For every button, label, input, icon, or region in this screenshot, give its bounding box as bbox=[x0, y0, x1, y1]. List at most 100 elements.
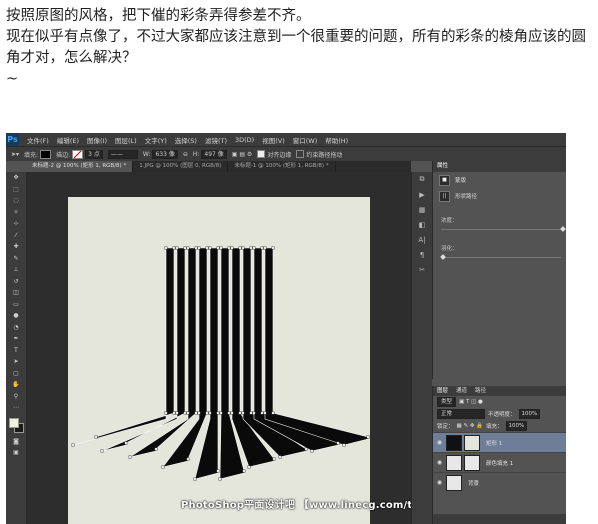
foreground-color-swatch[interactable] bbox=[9, 417, 19, 428]
density-slider[interactable] bbox=[441, 226, 566, 232]
crop-tool-icon[interactable]: ⊹ bbox=[6, 218, 26, 230]
move-tool-icon[interactable]: ✥ bbox=[6, 172, 26, 184]
link-icon[interactable]: ⊖ bbox=[183, 151, 188, 158]
menu-3d[interactable]: 3D(D) bbox=[231, 136, 258, 144]
paragraph-panel-icon[interactable]: ¶ bbox=[412, 247, 432, 262]
layer-name: 颜色填充 1 bbox=[486, 460, 514, 467]
anchor-point bbox=[194, 246, 198, 250]
dodge-tool-icon[interactable]: ◔ bbox=[6, 322, 26, 334]
swatches-panel-icon[interactable]: ▦ bbox=[412, 202, 432, 217]
blend-row: 正常 不透明度： 100% bbox=[433, 408, 566, 420]
lasso-tool-icon[interactable]: ◌ bbox=[6, 195, 26, 207]
tab-untitled-1[interactable]: 未标题-1 @ 100% (矩形 1, RGB/8) * bbox=[228, 161, 336, 172]
align-edges-checkbox[interactable] bbox=[257, 150, 266, 158]
width-option[interactable]: W: 633 像 bbox=[142, 149, 178, 159]
blend-mode-select[interactable]: 正常 bbox=[437, 409, 485, 419]
tab-channels[interactable]: 通道 bbox=[456, 386, 467, 396]
stroke-size-field[interactable]: 3 点 bbox=[85, 149, 103, 159]
visibility-eye-icon[interactable]: ◉ bbox=[433, 439, 446, 446]
anchor-point bbox=[218, 477, 222, 481]
width-field[interactable]: 633 像 bbox=[152, 149, 178, 159]
actions-panel-icon[interactable]: ▶ bbox=[412, 187, 432, 202]
menu-file[interactable]: 文件(F) bbox=[23, 135, 53, 145]
mask-icon: ■ bbox=[439, 174, 450, 186]
tools-preset-icon[interactable]: ✂ bbox=[412, 262, 432, 277]
layer-row[interactable]: ◉ 矩形 1 bbox=[433, 432, 566, 452]
shape-tool-icon[interactable]: ▢ bbox=[6, 368, 26, 380]
character-panel-icon[interactable]: A| bbox=[412, 232, 432, 247]
fill-option[interactable]: 填充: bbox=[24, 149, 52, 159]
stroke-type-select[interactable]: —— bbox=[107, 149, 138, 159]
stroke-swatch[interactable] bbox=[72, 149, 84, 159]
path-select-tool-icon[interactable]: ➤ bbox=[6, 356, 26, 368]
tab-layers[interactable]: 图层 bbox=[437, 386, 448, 396]
gradient-tool-icon[interactable]: ▭ bbox=[6, 299, 26, 311]
document-canvas[interactable] bbox=[68, 197, 370, 524]
quick-mask-icon[interactable]: ◙ bbox=[6, 436, 26, 448]
path-select-icon[interactable]: ➤▾ bbox=[11, 151, 19, 158]
constrain-path-option[interactable]: 约束路径拖动 bbox=[296, 150, 342, 159]
mask-row[interactable]: ■ 蒙版 bbox=[433, 172, 566, 188]
eraser-tool-icon[interactable]: ◫ bbox=[6, 287, 26, 299]
screen-mode-icon[interactable]: ▣ bbox=[6, 447, 26, 459]
brush-tool-icon[interactable]: ✎ bbox=[6, 253, 26, 265]
stroke-option[interactable]: 描边: 3 点 bbox=[56, 149, 103, 159]
filter-icons[interactable]: ▣ T ◫ ● bbox=[459, 399, 483, 405]
anchor-point bbox=[193, 477, 197, 481]
eyedropper-tool-icon[interactable]: ⁄ bbox=[6, 230, 26, 242]
menu-layer[interactable]: 图层(L) bbox=[111, 135, 141, 145]
blur-tool-icon[interactable]: ● bbox=[6, 310, 26, 322]
menu-filter[interactable]: 滤镜(T) bbox=[201, 135, 231, 145]
density-knob[interactable] bbox=[560, 226, 566, 232]
align-edges-option[interactable]: 对齐边缘 bbox=[257, 150, 291, 159]
zoom-tool-icon[interactable]: ⚲ bbox=[6, 391, 26, 403]
styles-panel-icon[interactable]: ◧ bbox=[412, 217, 432, 232]
color-swatches[interactable] bbox=[9, 417, 24, 433]
height-field[interactable]: 497 像 bbox=[201, 149, 227, 159]
menu-edit[interactable]: 编辑(E) bbox=[53, 135, 83, 145]
visibility-eye-icon[interactable]: ◉ bbox=[433, 459, 446, 466]
height-option[interactable]: H: 497 像 bbox=[193, 149, 227, 159]
tab-properties[interactable]: 属性 bbox=[437, 161, 448, 172]
anchor-point bbox=[272, 457, 276, 461]
anchor-point bbox=[219, 411, 223, 415]
menu-view[interactable]: 视图(V) bbox=[258, 135, 289, 145]
magic-wand-tool-icon[interactable]: ✧ bbox=[6, 207, 26, 219]
tab-1-jpg[interactable]: 1.JPG @ 100% (图层 0, RGB/8) bbox=[133, 161, 229, 172]
anchor-point bbox=[100, 449, 104, 453]
ps-logo: Ps bbox=[6, 133, 19, 146]
lock-icons[interactable]: ▦ ✎ ✥ 🔒 bbox=[457, 423, 484, 429]
anchor-point bbox=[260, 246, 264, 250]
hand-tool-icon[interactable]: ✋ bbox=[6, 379, 26, 391]
constrain-path-checkbox[interactable] bbox=[296, 150, 305, 158]
shape-path-row[interactable]: || 形状路径 bbox=[433, 188, 566, 204]
stamp-tool-icon[interactable]: ⊥ bbox=[6, 264, 26, 276]
history-brush-tool-icon[interactable]: ↺ bbox=[6, 276, 26, 288]
healing-tool-icon[interactable]: ✚ bbox=[6, 241, 26, 253]
fill-field[interactable]: 100% bbox=[505, 421, 528, 431]
tab-untitled-2[interactable]: 未标题-2 @ 100% (矩形 1, RGB/8) * bbox=[26, 161, 134, 172]
path-ops-icon[interactable]: ▣ ▤ ⚙ bbox=[232, 151, 253, 158]
menu-help[interactable]: 帮助(H) bbox=[321, 135, 352, 145]
marquee-tool-icon[interactable]: ⬚ bbox=[6, 184, 26, 196]
history-panel-icon[interactable]: ⧉ bbox=[412, 172, 432, 187]
post-line-2: 现在似乎有点像了，不过大家都应该注意到一个很重要的问题，所有的彩条的棱角应该的圆… bbox=[6, 29, 586, 66]
type-tool-icon[interactable]: T bbox=[6, 345, 26, 357]
menu-image[interactable]: 图像(I) bbox=[83, 135, 111, 145]
feather-slider[interactable] bbox=[440, 254, 561, 260]
pen-tool-icon[interactable]: ✒ bbox=[6, 333, 26, 345]
width-label: W: bbox=[142, 150, 151, 158]
align-edges-label: 对齐边缘 bbox=[267, 151, 292, 159]
menu-select[interactable]: 选择(S) bbox=[171, 135, 201, 145]
visibility-eye-icon[interactable]: ◉ bbox=[433, 479, 446, 486]
layer-row[interactable]: ◉ 背景 bbox=[433, 472, 566, 492]
opacity-field[interactable]: 100% bbox=[518, 409, 541, 419]
more-tools-icon[interactable]: ⋯ bbox=[6, 402, 26, 414]
menu-window[interactable]: 窗口(W) bbox=[289, 135, 322, 145]
layer-row[interactable]: ◉ 颜色填充 1 bbox=[433, 452, 566, 472]
menu-type[interactable]: 文字(Y) bbox=[141, 135, 171, 145]
layer-kind-select[interactable]: 类型 bbox=[437, 397, 457, 407]
tab-paths[interactable]: 路径 bbox=[475, 386, 486, 396]
fill-swatch[interactable] bbox=[40, 149, 52, 159]
feather-knob[interactable] bbox=[440, 254, 446, 260]
